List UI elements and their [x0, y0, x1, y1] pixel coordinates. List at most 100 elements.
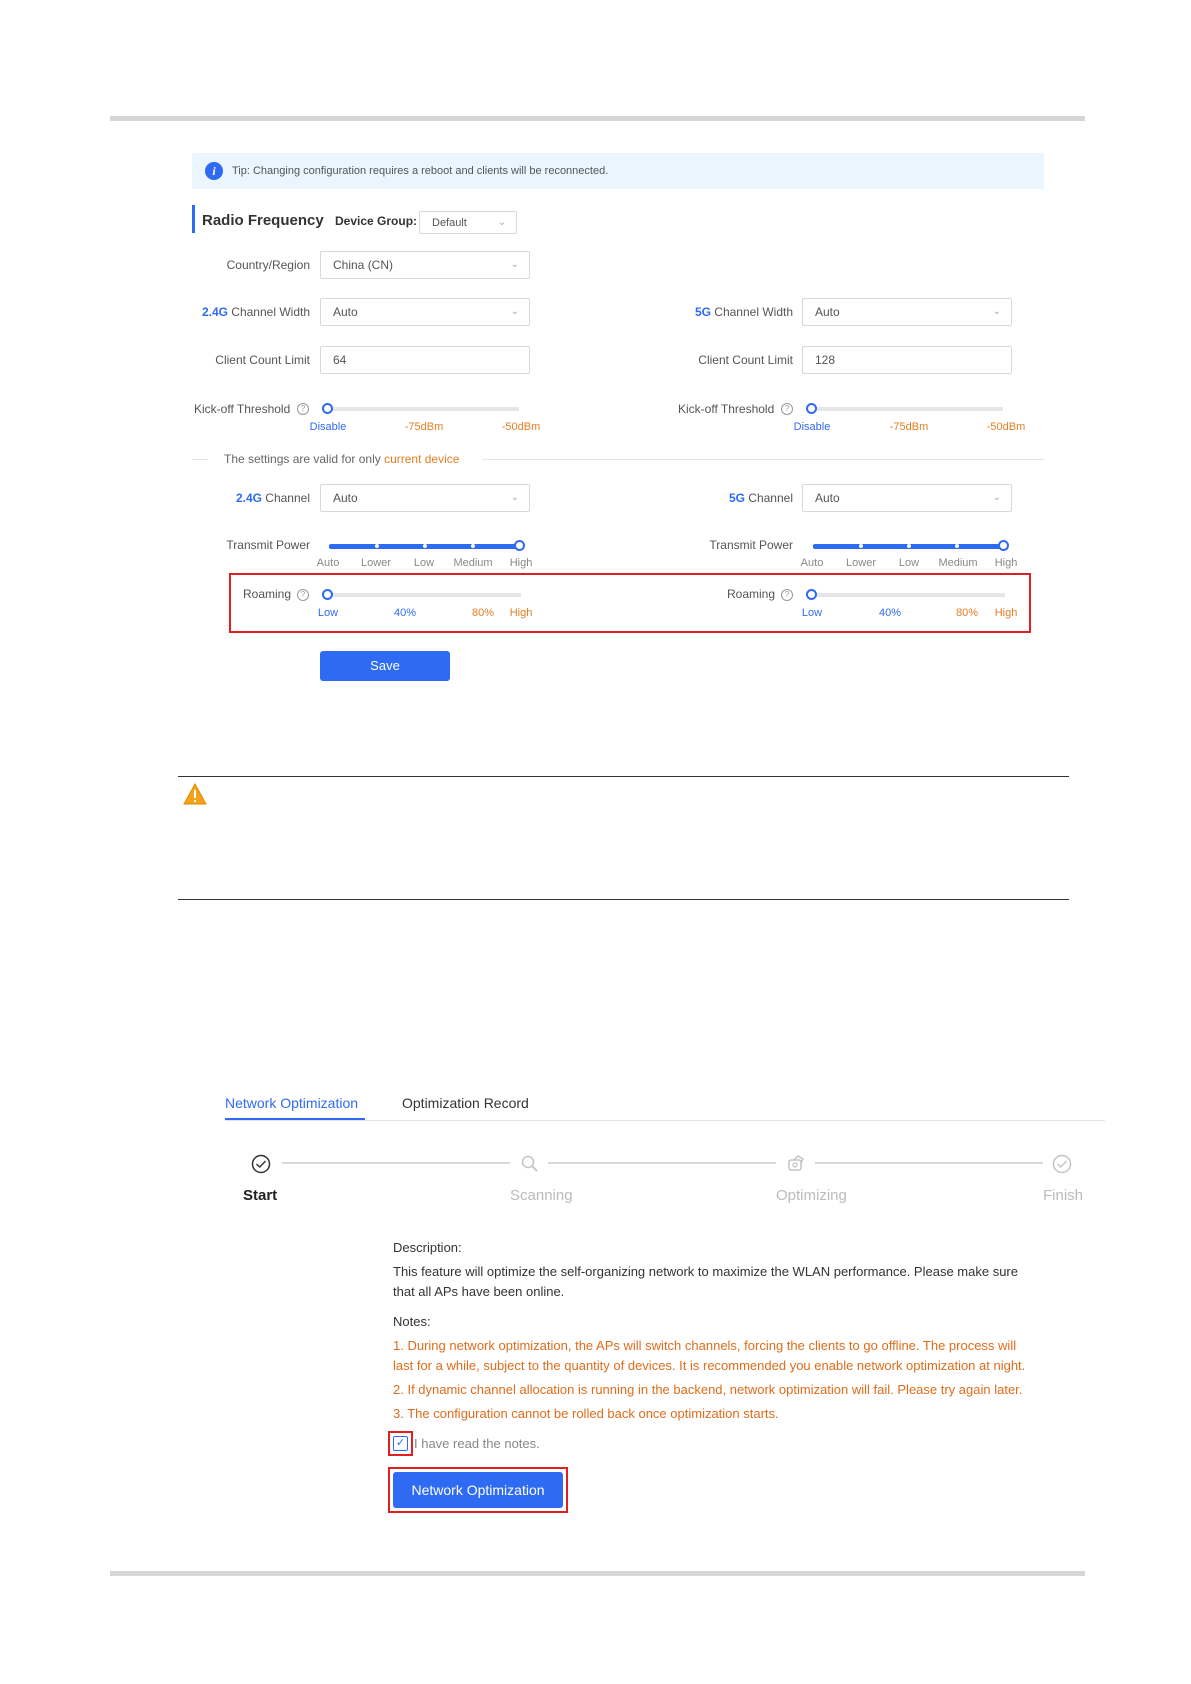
description-line-1: This feature will optimize the self-orga…: [393, 1264, 1018, 1279]
channel-24g-label: 2.4G Channel: [236, 491, 310, 505]
kickoff-5g-track[interactable]: [813, 407, 1003, 411]
country-select[interactable]: China (CN) ⌄: [320, 251, 530, 279]
chevron-down-icon: ⌄: [992, 491, 1001, 503]
tab-bar-divider: [225, 1120, 1105, 1121]
chevron-down-icon: ⌄: [510, 305, 519, 317]
warning-icon: [183, 782, 207, 805]
transmit-power-tick: High: [509, 557, 533, 569]
roaming-highlight-box: [229, 573, 1031, 633]
tab-optimization-record[interactable]: Optimization Record: [402, 1095, 529, 1111]
transmit-power-step-dot: [859, 544, 863, 548]
save-button[interactable]: Save: [320, 651, 450, 681]
client-limit-5g-input[interactable]: 128: [802, 346, 1012, 374]
step-connector: [815, 1162, 1043, 1164]
separator-text: The settings are valid for only current …: [224, 452, 459, 466]
roaming-24g-handle[interactable]: [322, 589, 333, 600]
description-title: Description:: [393, 1240, 462, 1255]
note-1-line-1: 1. During network optimization, the APs …: [393, 1338, 1017, 1353]
kickoff-5g-handle[interactable]: [806, 403, 817, 414]
channel-24g-value: Auto: [333, 491, 358, 505]
band-prefix-24g: 2.4G: [235, 491, 262, 505]
channel-width-24g-select[interactable]: Auto ⌄: [320, 298, 530, 326]
help-icon[interactable]: ?: [781, 589, 793, 601]
tab-network-optimization[interactable]: Network Optimization: [225, 1095, 358, 1111]
channel-width-text: Channel Width: [227, 305, 310, 319]
separator-line-left: [192, 459, 208, 460]
channel-5g-value: Auto: [815, 491, 840, 505]
note-3: 3. The configuration cannot be rolled ba…: [393, 1406, 779, 1421]
channel-24g-select[interactable]: Auto ⌄: [320, 484, 530, 512]
transmit-power-step-dot: [907, 544, 911, 548]
channel-width-5g-select[interactable]: Auto ⌄: [802, 298, 1012, 326]
help-icon[interactable]: ?: [297, 589, 309, 601]
channel-width-24g-label: 2.4G Channel Width: [202, 305, 310, 319]
kickoff-tick: -50dBm: [986, 421, 1026, 433]
roaming-tick: 80%: [471, 607, 495, 619]
channel-width-5g-value: Auto: [815, 305, 840, 319]
client-limit-24g-input[interactable]: 64: [320, 346, 530, 374]
warning-top-rule: [178, 776, 1069, 777]
channel-5g-label: 5G Channel: [729, 491, 793, 505]
transmit-power-step-dot: [375, 544, 379, 548]
transmit-power-24g-label: Transmit Power: [226, 538, 310, 552]
notes-title: Notes:: [393, 1314, 431, 1329]
channel-width-24g-value: Auto: [333, 305, 358, 319]
page-footer-rule: [110, 1571, 1085, 1576]
transmit-power-5g-handle[interactable]: [998, 540, 1009, 551]
network-optimization-button[interactable]: Network Optimization: [393, 1472, 563, 1508]
roaming-tick: Low: [801, 607, 823, 619]
transmit-power-step-dot: [471, 544, 475, 548]
roaming-tick: 40%: [878, 607, 902, 619]
chevron-down-icon: ⌄: [992, 305, 1001, 317]
transmit-power-24g-handle[interactable]: [514, 540, 525, 551]
step-optimizing-label: Optimizing: [776, 1187, 847, 1204]
chevron-down-icon: ⌄: [497, 216, 506, 228]
roaming-tick: 80%: [955, 607, 979, 619]
country-value: China (CN): [333, 258, 394, 272]
step-connector: [548, 1162, 776, 1164]
help-icon[interactable]: ?: [297, 403, 309, 415]
roaming-24g-label: Roaming: [243, 587, 292, 601]
kickoff-24g-track[interactable]: [329, 407, 519, 411]
chevron-down-icon: ⌄: [510, 258, 519, 270]
kickoff-5g-label: Kick-off Threshold: [678, 402, 775, 416]
kickoff-24g-handle[interactable]: [322, 403, 333, 414]
kickoff-tick: Disable: [793, 421, 831, 433]
kickoff-tick: -75dBm: [404, 421, 444, 433]
note-1-line-2: last for a while, subject to the quantit…: [393, 1358, 1026, 1373]
help-icon[interactable]: ?: [781, 403, 793, 415]
kickoff-tick: Disable: [309, 421, 347, 433]
section-accent-bar: [192, 205, 195, 233]
warning-bottom-rule: [178, 899, 1069, 900]
roaming-24g-track[interactable]: [329, 593, 521, 597]
transmit-power-tick: Lower: [846, 557, 876, 569]
band-prefix-5g: 5G: [728, 491, 745, 505]
channel-5g-select[interactable]: Auto ⌄: [802, 484, 1012, 512]
read-notes-checkbox[interactable]: ✓: [393, 1436, 408, 1451]
roaming-5g-handle[interactable]: [806, 589, 817, 600]
step-finish-label: Finish: [1043, 1187, 1084, 1204]
kickoff-24g-label: Kick-off Threshold: [194, 402, 291, 416]
transmit-power-tick: High: [994, 557, 1018, 569]
channel-text: Channel: [744, 491, 793, 505]
transmit-power-tick: Low: [898, 557, 920, 569]
roaming-tick: High: [994, 607, 1018, 619]
step-start-label: Start: [243, 1187, 278, 1204]
optimizing-icon: [786, 1154, 806, 1174]
info-icon: i: [205, 162, 223, 180]
tip-text: Tip: Changing configuration requires a r…: [232, 165, 609, 177]
separator-highlight: current device: [384, 452, 460, 466]
country-label: Country/Region: [226, 258, 310, 272]
transmit-power-tick: Auto: [316, 557, 340, 569]
roaming-5g-track[interactable]: [813, 593, 1005, 597]
client-limit-5g-value: 128: [815, 353, 836, 367]
client-limit-5g-label: Client Count Limit: [698, 353, 793, 367]
client-limit-24g-value: 64: [333, 353, 347, 367]
transmit-power-step-dot: [423, 544, 427, 548]
step-scanning-label: Scanning: [510, 1187, 573, 1204]
device-group-select[interactable]: Default ⌄: [419, 211, 517, 234]
section-title: Radio Frequency: [202, 212, 324, 229]
check-circle-icon: [1052, 1154, 1072, 1174]
separator-prefix: The settings are valid for only: [224, 452, 385, 466]
description-line-2: that all APs have been online.: [393, 1284, 565, 1299]
